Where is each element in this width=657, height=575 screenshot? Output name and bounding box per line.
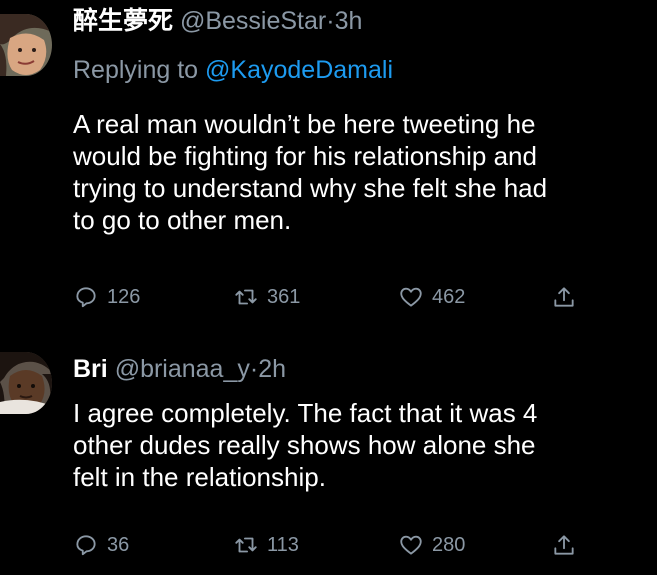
tweet[interactable]: Bri @brianaa_y·2h I agree completely. Th…	[0, 340, 657, 575]
reply-icon	[76, 535, 96, 556]
user-handle[interactable]: @BessieStar	[180, 7, 326, 35]
display-name[interactable]: 醉生夢死	[73, 7, 173, 35]
like-icon	[400, 535, 422, 555]
timestamp[interactable]: 2h	[258, 355, 286, 383]
like-count: 280	[432, 534, 466, 556]
separator-dot: ·	[326, 7, 335, 35]
retweet-button[interactable]: 113	[233, 530, 299, 560]
avatar[interactable]	[0, 352, 52, 414]
reply-button[interactable]: 126	[73, 282, 140, 312]
tweet-text: A real man wouldn’t be here tweeting he …	[73, 109, 548, 235]
replying-to-line: Replying to @KayodeDamali	[73, 55, 393, 85]
tweet-actions: 126 361 462	[73, 282, 633, 312]
reply-icon	[76, 287, 96, 308]
retweet-icon	[235, 537, 257, 553]
replying-to-mention[interactable]: @KayodeDamali	[205, 56, 393, 84]
share-icon	[554, 535, 574, 555]
reply-count: 126	[107, 286, 141, 308]
tweet-text: I agree completely. The fact that it was…	[73, 398, 538, 492]
retweet-icon	[235, 289, 257, 305]
like-button[interactable]: 462	[398, 282, 465, 312]
retweet-count: 361	[267, 286, 301, 308]
tweet-header: 醉生夢死 @BessieStar·3h	[73, 6, 362, 36]
like-icon	[400, 287, 422, 307]
like-count: 462	[432, 286, 466, 308]
tweet-actions: 36 113 280	[73, 530, 633, 560]
tweet-header: Bri @brianaa_y·2h	[73, 354, 286, 384]
share-icon	[554, 287, 574, 307]
reply-button[interactable]: 36	[73, 530, 129, 560]
tweet-thread: 醉生夢死 @BessieStar·3h Replying to @KayodeD…	[0, 0, 657, 575]
avatar-image	[0, 352, 52, 414]
user-handle[interactable]: @brianaa_y	[115, 355, 250, 383]
share-button[interactable]	[551, 530, 585, 560]
tweet[interactable]: 醉生夢死 @BessieStar·3h Replying to @KayodeD…	[0, 0, 657, 330]
replying-prefix: Replying to	[73, 56, 199, 84]
avatar[interactable]	[0, 14, 52, 76]
separator-dot: ·	[249, 355, 259, 383]
like-button[interactable]: 280	[398, 530, 465, 560]
display-name[interactable]: Bri	[73, 355, 108, 383]
share-button[interactable]	[551, 282, 585, 312]
avatar-image	[0, 14, 52, 76]
reply-count: 36	[107, 534, 130, 556]
retweet-count: 113	[267, 534, 299, 556]
retweet-button[interactable]: 361	[233, 282, 300, 312]
timestamp[interactable]: 3h	[335, 7, 363, 35]
